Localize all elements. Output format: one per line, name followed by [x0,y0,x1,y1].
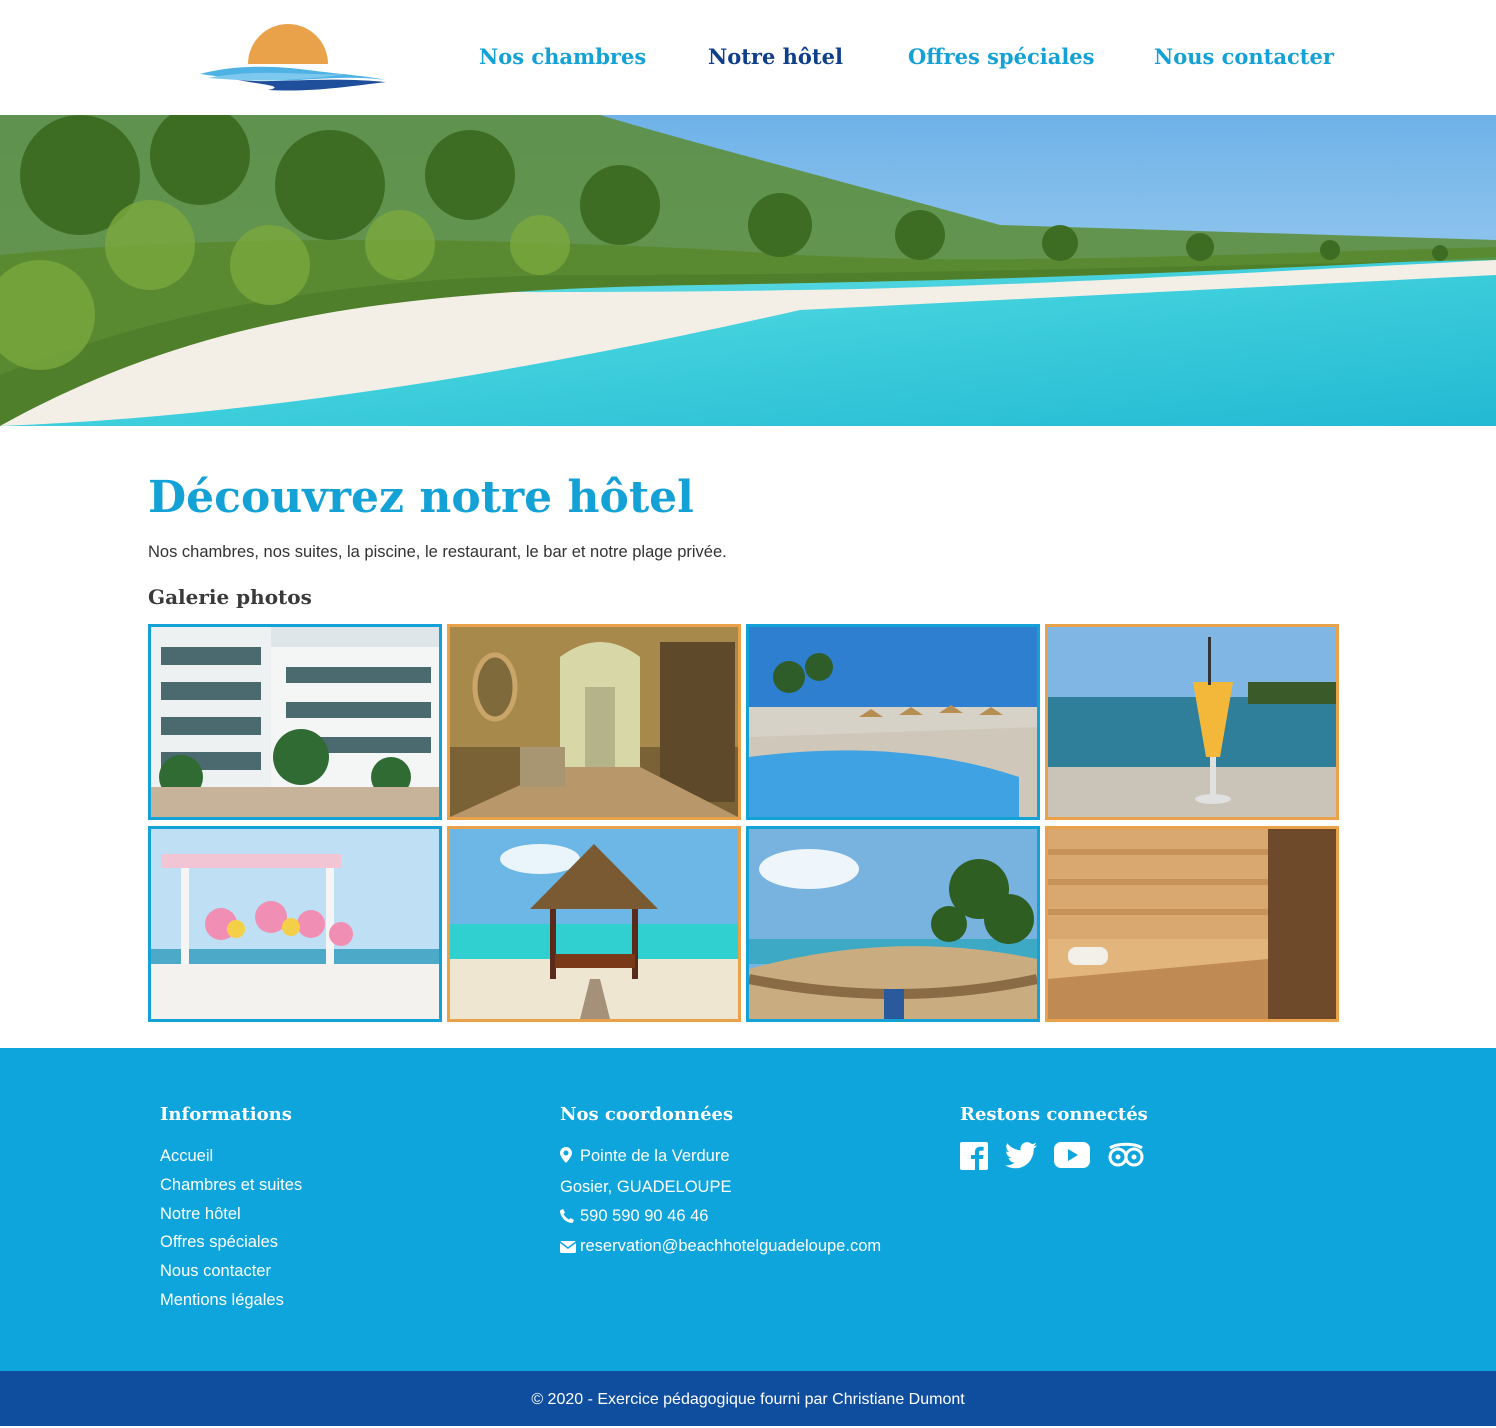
contact-email-text: reservation@beachhotelguadeloupe.com [580,1237,882,1256]
nav-nous-contacter[interactable]: Nous contacter [1154,40,1334,74]
tripadvisor-icon[interactable] [1107,1142,1145,1175]
footer-link-offres-speciales[interactable]: Offres spéciales [160,1228,302,1257]
site-footer: Informations Accueil Chambres et suites … [0,1048,1496,1371]
contact-phone-text: 590 590 90 46 46 [580,1206,709,1225]
footer-social: Restons connectés [960,1102,1148,1175]
gallery-photo-cocktail[interactable] [1045,624,1339,820]
contact-address-line1-text: Pointe de la Verdure [580,1147,730,1165]
phone-icon [560,1204,576,1233]
gallery-photo-beach-gazebo[interactable] [447,826,741,1022]
contact-address-line2: Gosier, GUADELOUPE [560,1177,732,1196]
contact-phone[interactable]: 590 590 90 46 46 [560,1202,881,1233]
contact-address-line1: Pointe de la Verdure [560,1142,881,1173]
photo-gallery [148,624,1340,1022]
footer-link-mentions-legales[interactable]: Mentions légales [160,1286,302,1315]
gallery-photo-wedding[interactable] [148,826,442,1022]
gallery-photo-hotel-building[interactable] [148,624,442,820]
footer-link-notre-hotel[interactable]: Notre hôtel [160,1200,302,1229]
gallery-photo-lobby[interactable] [447,624,741,820]
footer-contact: Nos coordonnées Pointe de la Verdure Gos… [559,1102,882,1263]
facebook-icon[interactable] [960,1142,988,1175]
footer-social-title: Restons connectés [960,1104,1148,1125]
copyright-bar: © 2020 - Exercice pédagogique fourni par… [0,1371,1496,1426]
footer-link-accueil[interactable]: Accueil [160,1142,302,1171]
intro-text: Nos chambres, nos suites, la piscine, le… [148,543,727,561]
hero-beach-image [0,115,1496,426]
footer-contact-title: Nos coordonnées [560,1104,734,1125]
gallery-title: Galerie photos [148,585,312,609]
youtube-icon[interactable] [1054,1142,1090,1175]
footer-informations: Informations Accueil Chambres et suites … [160,1102,302,1315]
footer-link-nous-contacter[interactable]: Nous contacter [160,1257,302,1286]
envelope-icon [559,1234,577,1263]
nav-notre-hotel[interactable]: Notre hôtel [708,40,843,74]
gallery-photo-sauna[interactable] [1045,826,1339,1022]
contact-email[interactable]: reservation@beachhotelguadeloupe.com [559,1232,882,1263]
main-nav: Nos chambres Notre hôtel Offres spéciale… [0,40,1496,76]
nav-nos-chambres[interactable]: Nos chambres [479,40,646,74]
footer-informations-title: Informations [160,1104,292,1125]
site-header: Nos chambres Notre hôtel Offres spéciale… [0,0,1496,115]
map-marker-icon [560,1144,576,1173]
footer-link-chambres-et-suites[interactable]: Chambres et suites [160,1171,302,1200]
gallery-photo-hammock[interactable] [746,826,1040,1022]
twitter-icon[interactable] [1005,1142,1037,1175]
page-title: Découvrez notre hôtel [148,472,694,523]
nav-offres-speciales[interactable]: Offres spéciales [908,40,1095,74]
gallery-photo-pool[interactable] [746,624,1040,820]
